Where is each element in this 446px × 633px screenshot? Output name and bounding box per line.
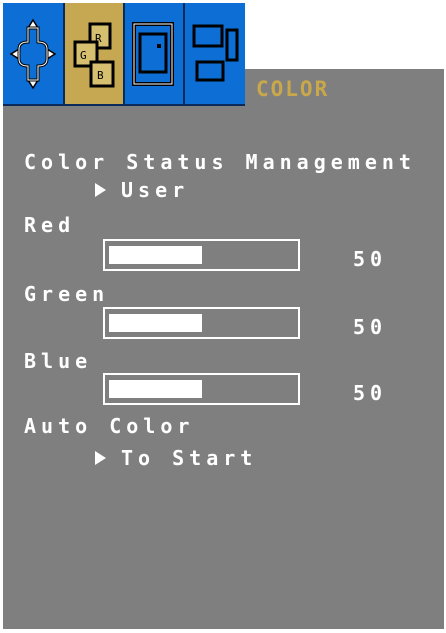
arrow-right-icon [95, 183, 106, 197]
position-icon [7, 14, 59, 94]
tab-size[interactable] [125, 3, 185, 104]
green-slider[interactable] [103, 307, 300, 339]
green-label: Green [24, 282, 110, 306]
blue-label: Blue [24, 349, 93, 373]
color-status-label: Color Status Management [24, 150, 416, 174]
red-slider[interactable] [103, 239, 300, 271]
red-slider-fill [109, 246, 202, 264]
osd-menu: R G B COLOR Color Status Management User… [3, 3, 444, 629]
blue-slider-fill [109, 380, 202, 398]
svg-text:B: B [97, 69, 104, 82]
red-label: Red [24, 213, 76, 237]
red-value: 50 [353, 247, 388, 271]
pip-icon [189, 14, 241, 94]
menu-title: COLOR [256, 77, 330, 101]
tab-color[interactable]: R G B [65, 3, 125, 104]
color-status-value: User [121, 178, 190, 202]
auto-color-action: To Start [121, 446, 258, 470]
color-settings-panel: Color Status Management User Red 50 Gree… [3, 106, 444, 629]
blue-value: 50 [353, 381, 388, 405]
tab-pip[interactable] [185, 3, 245, 104]
tab-position[interactable] [3, 3, 65, 104]
green-value: 50 [353, 315, 388, 339]
menu-header: COLOR [245, 69, 444, 106]
svg-text:G: G [80, 49, 87, 62]
auto-color-label: Auto Color [24, 414, 195, 438]
arrow-right-icon [95, 451, 106, 465]
green-slider-fill [109, 314, 202, 332]
size-icon [129, 14, 179, 94]
color-icon: R G B [69, 16, 119, 92]
blue-slider[interactable] [103, 373, 300, 405]
